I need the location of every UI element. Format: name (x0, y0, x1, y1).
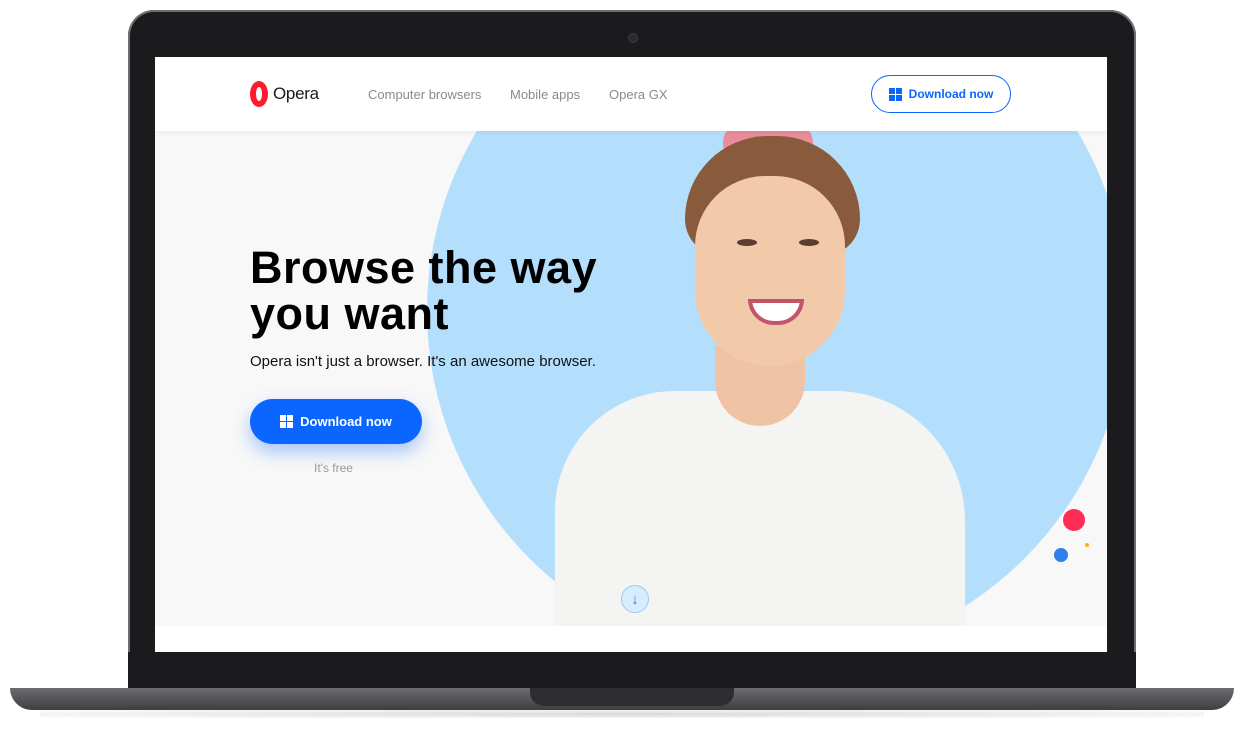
site-navbar: Opera Computer browsers Mobile apps Oper… (155, 57, 1107, 131)
nav-download-button[interactable]: Download now (871, 75, 1011, 113)
hero-headline: Browse the way you want (250, 242, 598, 339)
decor-dot-red (1063, 509, 1085, 531)
page-bottom-strip (155, 626, 1107, 652)
decor-dot-blue (1054, 548, 1068, 562)
laptop-shadow (40, 710, 1204, 718)
person-eye-right (799, 239, 819, 246)
person-face (695, 176, 845, 366)
nav-link-computer-browsers[interactable]: Computer browsers (368, 87, 481, 102)
opera-logo-icon (250, 81, 268, 107)
hero-download-label: Download now (300, 414, 392, 429)
logo-text: Opera (273, 84, 319, 103)
camera-icon (629, 34, 637, 42)
hero-download-button[interactable]: Download now (250, 399, 422, 444)
laptop-bezel (128, 652, 1136, 688)
nav-link-mobile-apps[interactable]: Mobile apps (510, 87, 580, 102)
hero-section: Browse the way you want Opera isn't just… (155, 131, 1107, 626)
browser-screen: Opera Computer browsers Mobile apps Oper… (155, 57, 1107, 652)
decor-dot-yellow (1085, 543, 1089, 547)
windows-icon (280, 415, 294, 428)
free-note: It's free (314, 461, 353, 475)
person-eye-left (737, 239, 757, 246)
laptop-base-notch (530, 688, 734, 706)
arrow-down-icon[interactable]: ↓ (621, 585, 649, 613)
opera-logo[interactable]: Opera (250, 81, 319, 107)
nav-link-opera-gx[interactable]: Opera GX (609, 87, 668, 102)
windows-icon (888, 87, 902, 101)
hero-person-image (555, 131, 975, 626)
hero-subheadline: Opera isn't just a browser. It's an awes… (250, 353, 596, 370)
person-shirt (555, 391, 965, 626)
nav-download-label: Download now (908, 87, 994, 101)
